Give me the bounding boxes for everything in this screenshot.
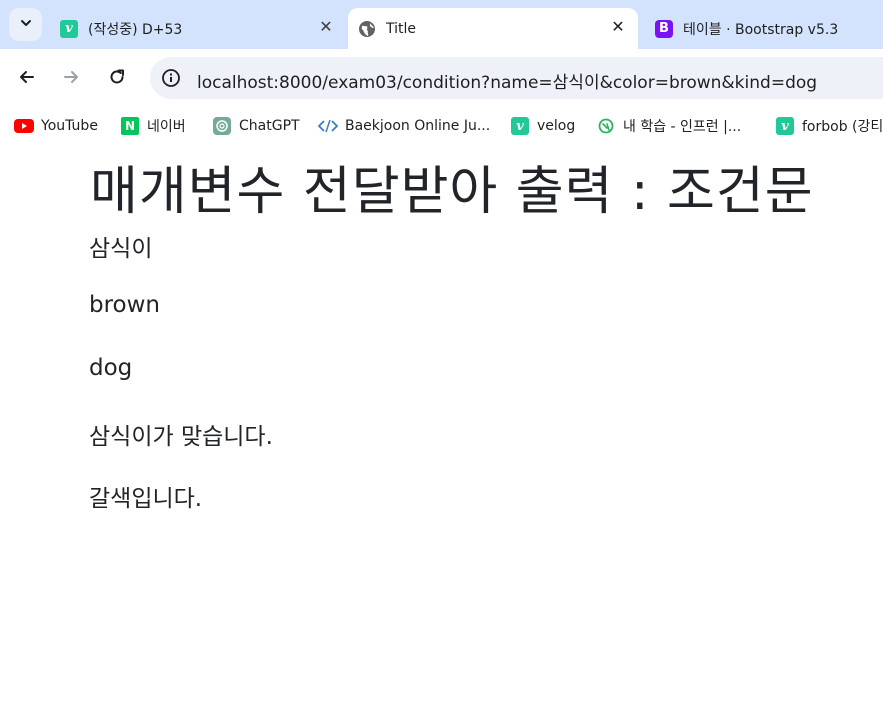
code-brackets-icon [318, 117, 338, 135]
bookmark-label: forbob (강티 [802, 119, 883, 135]
close-icon[interactable]: ✕ [316, 16, 336, 36]
velog-v-icon: v [60, 19, 78, 38]
bookmark-chatgpt[interactable]: ChatGPT [212, 115, 300, 137]
bookmark-baekjoon[interactable]: Baekjoon Online Ju... [318, 115, 490, 137]
bookmark-forbob[interactable]: v forbob (강티 [775, 115, 883, 137]
reload-button[interactable] [101, 63, 133, 95]
globe-icon [358, 20, 376, 38]
name-condition-text: 삼식이가 맞습니다. [89, 424, 273, 450]
address-bar[interactable]: localhost:8000/exam03/condition?name=삼식이… [150, 57, 883, 99]
color-condition-text: 갈색입니다. [89, 486, 203, 512]
page-heading: 매개변수 전달받아 출력 : 조건문 [90, 162, 814, 222]
tab-strip: v (작성중) D+53 ✕ Title ✕ B 테이블 · Bootstrap… [0, 0, 883, 49]
reload-icon [107, 67, 127, 91]
naver-icon: N [120, 117, 140, 135]
bookmarks-bar: YouTube N 네이버 ChatGPT Baekjoon Online Ju… [0, 109, 883, 143]
tab-title: (작성중) D+53 [88, 21, 183, 38]
bookmark-label: YouTube [41, 118, 98, 134]
bookmark-inflearn[interactable]: 내 학습 - 인프런 |... [596, 115, 741, 137]
tab-title: 테이블 · Bootstrap v5.3 [683, 21, 839, 38]
forward-arrow-icon [61, 67, 81, 91]
browser-toolbar: localhost:8000/exam03/condition?name=삼식이… [0, 49, 883, 109]
bookmark-youtube[interactable]: YouTube [14, 115, 98, 137]
bookmark-label: Baekjoon Online Ju... [345, 118, 491, 134]
velog-icon: v [510, 117, 530, 135]
close-icon[interactable]: ✕ [608, 16, 628, 36]
velog-icon: v [775, 117, 795, 135]
chatgpt-icon [212, 117, 232, 135]
site-info-icon[interactable] [161, 68, 181, 88]
tab-title: Title [386, 20, 417, 37]
tab-bootstrap[interactable]: B 테이블 · Bootstrap v5.3 [645, 8, 883, 49]
bookmark-label: ChatGPT [239, 118, 300, 134]
tab-title-active[interactable]: Title ✕ [348, 8, 638, 49]
chevron-down-icon [19, 15, 33, 34]
bookmark-label: velog [537, 118, 576, 134]
tab-velog-draft[interactable]: v (작성중) D+53 ✕ [50, 8, 346, 49]
bookmark-naver[interactable]: N 네이버 [120, 115, 186, 137]
forward-button[interactable] [55, 63, 87, 95]
param-kind-text: dog [89, 355, 133, 381]
bookmark-label: 내 학습 - 인프런 |... [623, 119, 742, 135]
back-button[interactable] [11, 63, 43, 95]
page-content: 매개변수 전달받아 출력 : 조건문 삼식이 brown dog 삼식이가 맞습… [0, 143, 883, 723]
param-name-text: 삼식이 [89, 236, 153, 262]
url-text[interactable]: localhost:8000/exam03/condition?name=삼식이… [197, 68, 817, 93]
bootstrap-b-icon: B [655, 19, 673, 38]
back-arrow-icon [17, 67, 37, 91]
bookmark-label: 네이버 [147, 119, 186, 135]
bookmark-velog[interactable]: v velog [510, 115, 575, 137]
inflearn-icon [596, 117, 616, 135]
youtube-icon [14, 117, 34, 135]
tab-search-button[interactable] [9, 8, 42, 41]
param-color-text: brown [89, 292, 161, 318]
